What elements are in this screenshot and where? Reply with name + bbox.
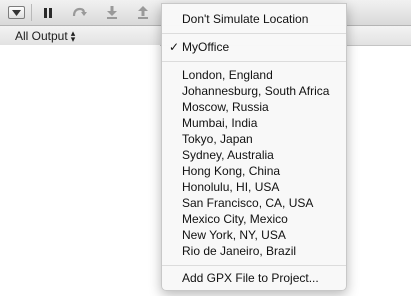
menu-item-label: Mexico City, Mexico (182, 212, 288, 226)
menu-item-location[interactable]: Hong Kong, China (162, 163, 346, 180)
menu-item-location[interactable]: Sydney, Australia (162, 147, 346, 164)
menu-item-location[interactable]: Tokyo, Japan (162, 131, 346, 148)
menu-item-label: San Francisco, CA, USA (182, 196, 314, 210)
menu-item-label: London, England (182, 68, 273, 82)
menu-item-dont-simulate[interactable]: Don't Simulate Location (162, 11, 346, 28)
menu-item-label: Hong Kong, China (182, 164, 281, 178)
step-into-icon (107, 6, 117, 19)
menu-item-add-gpx[interactable]: Add GPX File to Project... (162, 270, 346, 287)
menu-separator (162, 265, 346, 266)
menu-item-label: Rio de Janeiro, Brazil (182, 244, 297, 258)
menu-item-myoffice[interactable]: ✓ MyOffice (162, 39, 346, 56)
step-into-button[interactable] (106, 5, 118, 20)
menu-item-label: Sydney, Australia (182, 148, 274, 162)
menu-item-location[interactable]: Moscow, Russia (162, 99, 346, 116)
toolbar-divider (31, 4, 32, 21)
menu-item-label: New York, NY, USA (182, 228, 286, 242)
step-over-button[interactable] (71, 5, 87, 20)
pause-icon (43, 7, 52, 18)
select-arrows-icon: ▴ ▾ (70, 27, 76, 44)
pause-button[interactable] (42, 5, 54, 20)
menu-item-label: Tokyo, Japan (182, 132, 253, 146)
menu-item-label: Mumbai, India (182, 116, 258, 130)
menu-item-location[interactable]: London, England (162, 67, 346, 84)
variables-area (0, 45, 160, 296)
panel-toggle-icon (12, 9, 21, 16)
menu-item-label: Johannesburg, South Africa (182, 84, 330, 98)
step-over-icon (72, 7, 87, 16)
menu-item-location[interactable]: Rio de Janeiro, Brazil (162, 243, 346, 260)
menu-item-location[interactable]: Mexico City, Mexico (162, 211, 346, 228)
menu-item-location[interactable]: Johannesburg, South Africa (162, 83, 346, 100)
menu-item-location[interactable]: San Francisco, CA, USA (162, 195, 346, 212)
menu-separator (162, 33, 346, 34)
menu-item-location[interactable]: Mumbai, India (162, 115, 346, 132)
output-filter-label: All Output (15, 28, 68, 43)
menu-item-label: Don't Simulate Location (182, 12, 309, 26)
menu-item-location[interactable]: New York, NY, USA (162, 227, 346, 244)
menu-item-label: Honolulu, HI, USA (182, 180, 280, 194)
step-out-icon (138, 6, 148, 19)
hide-debug-area-button[interactable] (8, 6, 25, 19)
simulate-location-menu: Don't Simulate Location ✓ MyOffice Londo… (161, 3, 347, 291)
menu-separator (162, 61, 346, 62)
menu-item-label: Add GPX File to Project... (182, 271, 319, 285)
menu-item-location[interactable]: Honolulu, HI, USA (162, 179, 346, 196)
checkmark-icon: ✓ (169, 40, 180, 54)
output-filter-select[interactable]: All Output ▴ ▾ (15, 28, 75, 43)
menu-item-label: MyOffice (182, 40, 230, 54)
menu-item-label: Moscow, Russia (182, 100, 269, 114)
step-out-button[interactable] (137, 5, 149, 20)
